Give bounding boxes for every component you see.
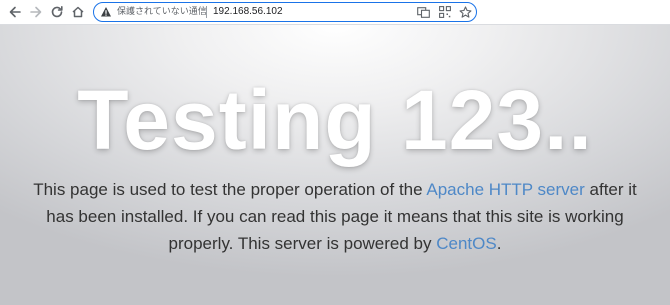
star-icon[interactable] bbox=[458, 5, 472, 19]
url-text[interactable]: 192.168.56.102 bbox=[213, 5, 283, 19]
browser-toolbar: 保護されていない通信 192.168.56.102 bbox=[0, 0, 670, 25]
apache-http-server-link[interactable]: Apache HTTP server bbox=[426, 180, 584, 199]
back-arrow-icon[interactable] bbox=[6, 3, 24, 21]
address-separator bbox=[206, 6, 207, 18]
intro-text-3: . bbox=[496, 234, 502, 253]
centos-link[interactable]: CentOS bbox=[436, 234, 496, 253]
page-title: Testing 123.. bbox=[77, 73, 593, 167]
qr-code-icon[interactable] bbox=[438, 5, 452, 19]
warning-icon bbox=[101, 7, 111, 17]
forward-arrow-icon[interactable] bbox=[27, 3, 45, 21]
security-label: 保護されていない通信 bbox=[117, 7, 207, 17]
home-icon[interactable] bbox=[69, 3, 87, 21]
security-chip[interactable]: 保護されていない通信 bbox=[100, 5, 207, 19]
translate-icon[interactable] bbox=[416, 5, 430, 19]
address-bar[interactable]: 保護されていない通信 192.168.56.102 bbox=[93, 2, 477, 22]
page-content: Testing 123.. This page is used to test … bbox=[0, 25, 670, 305]
intro-paragraph: This page is used to test the proper ope… bbox=[20, 176, 650, 257]
intro-text-1: This page is used to test the proper ope… bbox=[33, 180, 427, 199]
reload-icon[interactable] bbox=[48, 3, 66, 21]
